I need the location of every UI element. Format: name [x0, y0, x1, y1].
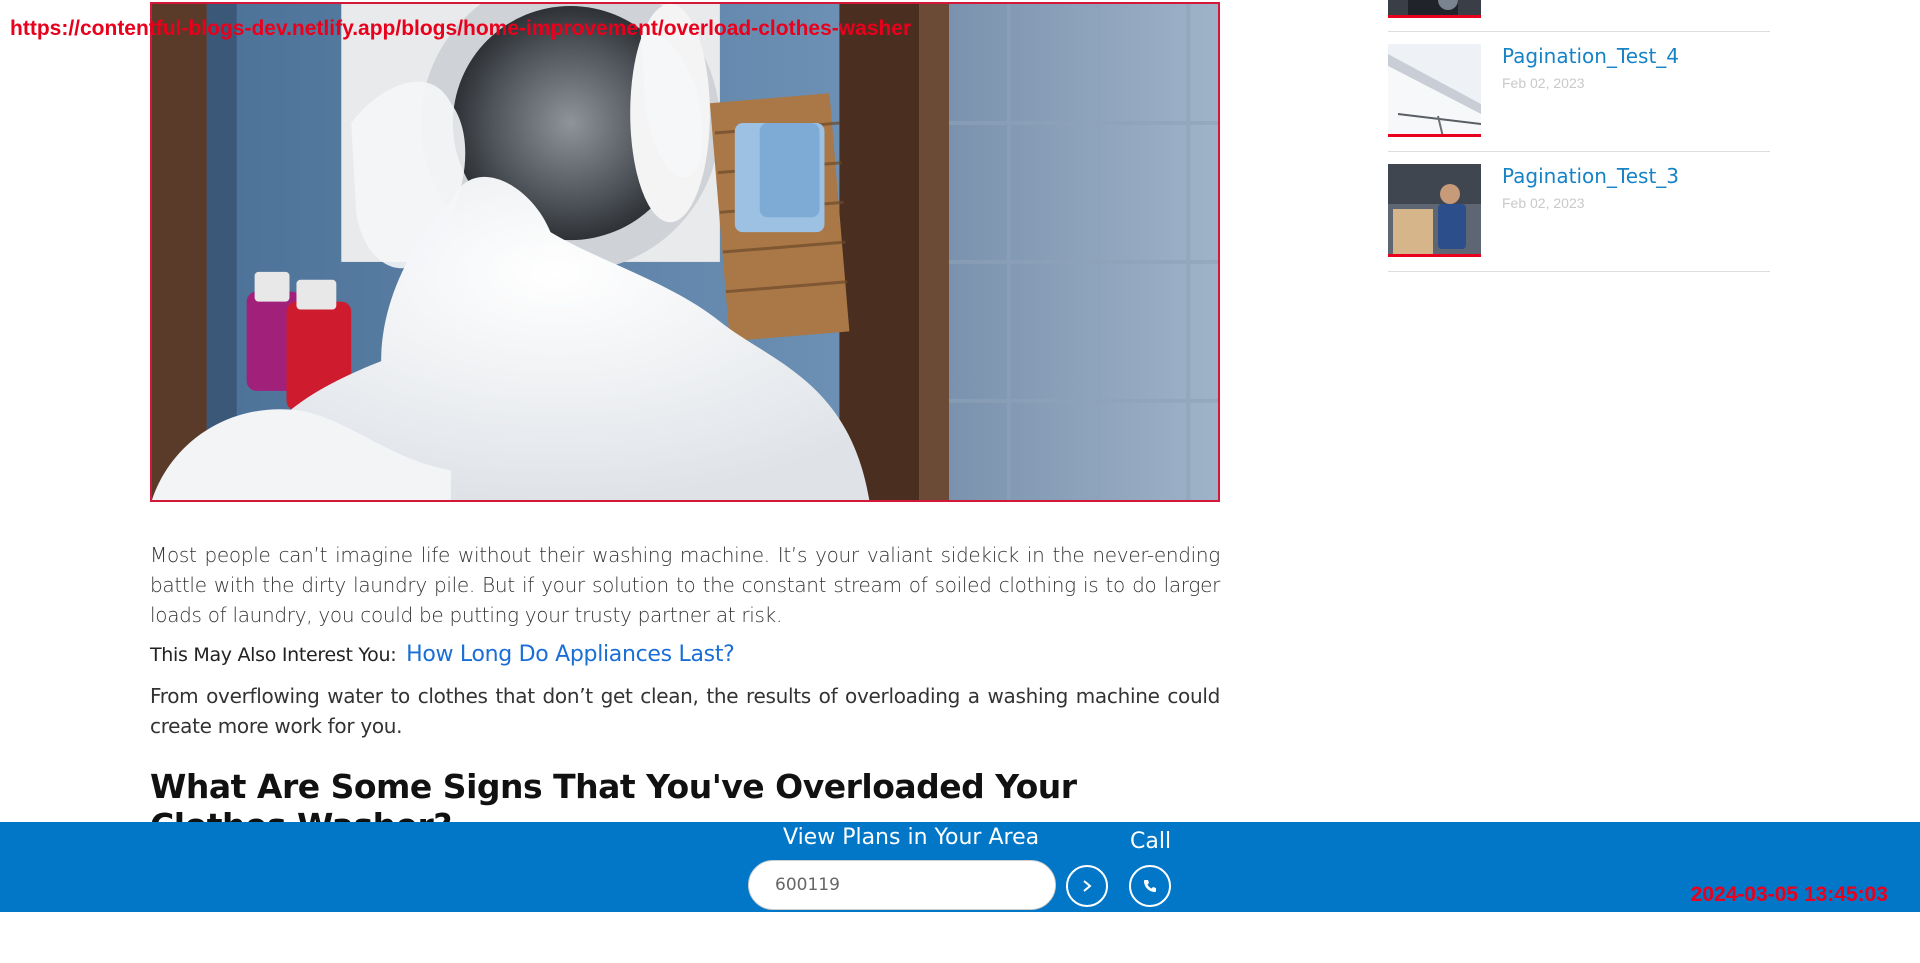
roof-gutter-thumbnail-image — [1388, 44, 1481, 134]
article-second-paragraph: From overflowing water to clothes that d… — [150, 684, 1220, 738]
call-label: Call — [1130, 829, 1172, 854]
sidebar-post-date: Feb 02, 2023 — [1502, 75, 1585, 91]
submit-zip-button[interactable] — [1066, 865, 1108, 907]
sidebar-post-item[interactable]: Pagination_Test_3 Feb 02, 2023 — [1388, 152, 1770, 272]
article-intro-paragraph: Most people can’t imagine life without t… — [150, 543, 1220, 627]
post-thumbnail-image — [1388, 0, 1481, 15]
sidebar-post-date: Feb 02, 2023 — [1502, 195, 1585, 211]
sidebar-post-item[interactable]: Pagination_Test_4 Feb 02, 2023 — [1388, 32, 1770, 152]
zip-code-input[interactable] — [748, 860, 1056, 910]
article-body: Most people can’t imagine life without t… — [150, 540, 1220, 845]
call-button[interactable] — [1129, 865, 1171, 907]
related-article-label: This May Also Interest You: — [150, 644, 397, 666]
recent-posts-sidebar: Pagination_Test_4 Feb 02, 2023 Paginatio… — [1388, 0, 1770, 272]
view-plans-label: View Plans in Your Area — [783, 825, 1040, 850]
chevron-right-icon — [1083, 880, 1092, 892]
timestamp-overlay: 2024-03-05 13:45:03 — [1690, 883, 1888, 906]
related-article-callout: This May Also Interest You: How Long Do … — [150, 642, 1220, 667]
sidebar-post-thumbnail[interactable] — [1388, 164, 1481, 257]
sidebar-post-title[interactable]: Pagination_Test_4 — [1502, 44, 1679, 68]
technician-thumbnail-image — [1388, 164, 1481, 254]
related-article-link[interactable]: How Long Do Appliances Last? — [406, 642, 735, 667]
sidebar-post-thumbnail[interactable] — [1388, 44, 1481, 137]
sidebar-post-title[interactable]: Pagination_Test_3 — [1502, 164, 1679, 188]
sticky-plan-finder-bar: View Plans in Your Area Call — [0, 822, 1920, 912]
sidebar-post-thumbnail[interactable] — [1388, 0, 1481, 18]
sidebar-post-item[interactable] — [1388, 0, 1770, 32]
url-overlay: https://contentful-blogs-dev.netlify.app… — [10, 17, 912, 40]
washing-machine-overflow-image — [152, 4, 1218, 500]
phone-icon — [1144, 880, 1156, 892]
hero-image — [150, 2, 1220, 502]
